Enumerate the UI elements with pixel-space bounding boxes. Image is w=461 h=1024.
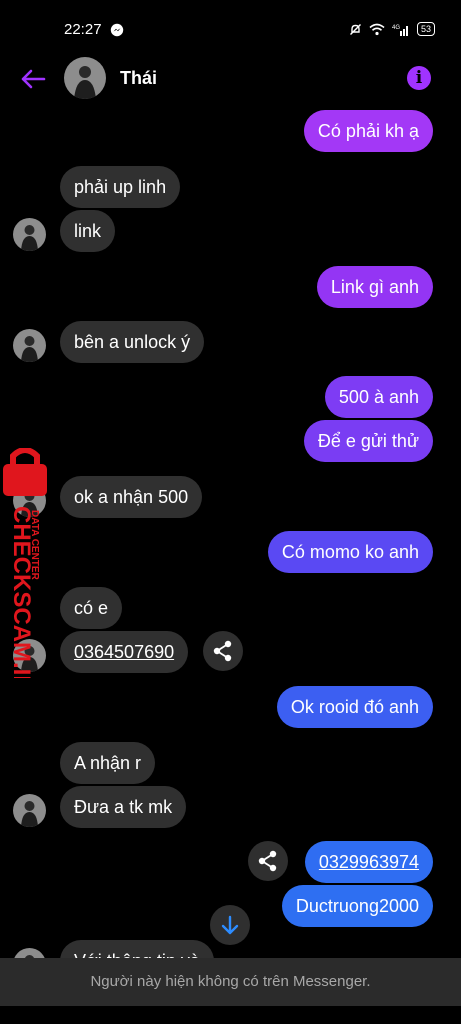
- status-bar: 22:27 4G 53: [0, 0, 461, 60]
- message-bubble-outgoing[interactable]: 500 à anh: [324, 376, 433, 418]
- message-bubble-incoming[interactable]: phải up linh: [60, 166, 181, 208]
- share-button[interactable]: [203, 631, 243, 671]
- info-icon[interactable]: i: [407, 66, 431, 90]
- message-bubble-incoming[interactable]: ok a nhận 500: [60, 476, 203, 518]
- share-icon: [213, 640, 232, 662]
- message-bubble-outgoing[interactable]: Có phải kh ạ: [303, 110, 433, 152]
- 4g-signal-icon: 4G: [392, 25, 408, 36]
- svg-text:DATA CENTER: DATA CENTER: [29, 510, 40, 581]
- contact-name[interactable]: Thái: [120, 68, 157, 89]
- share-button[interactable]: [248, 841, 288, 881]
- share-icon: [258, 850, 277, 872]
- message-bubble-incoming[interactable]: link: [60, 210, 116, 252]
- battery-icon: 53: [416, 22, 435, 36]
- unavailable-notice: Người này hiện không có trên Messenger.: [0, 958, 461, 1006]
- sender-avatar: [13, 218, 46, 251]
- message-bubble-incoming[interactable]: Đưa a tk mk: [60, 786, 187, 828]
- chat-header: Thái i: [0, 56, 461, 102]
- back-arrow-icon[interactable]: [18, 64, 48, 94]
- message-bubble-incoming[interactable]: A nhận r: [60, 742, 156, 784]
- mute-icon: [349, 23, 361, 35]
- sender-avatar: [13, 794, 46, 827]
- message-bubble-outgoing[interactable]: Ok rooid đó anh: [276, 686, 433, 728]
- svg-text:4G: 4G: [392, 25, 400, 31]
- arrow-down-icon: [221, 915, 239, 935]
- messenger-icon: [110, 23, 124, 37]
- sender-avatar: [13, 329, 46, 362]
- contact-avatar[interactable]: [64, 57, 106, 99]
- watermark-logo: CHECKSCAM.INFO DATA CENTER: [3, 448, 47, 678]
- message-bubble-outgoing[interactable]: Có momo ko anh: [267, 531, 433, 573]
- message-bubble-outgoing[interactable]: Ductruong2000: [281, 885, 433, 927]
- status-icons: 4G 53: [349, 22, 435, 36]
- message-bubble-outgoing[interactable]: Link gì anh: [316, 266, 433, 308]
- phone-link-bubble[interactable]: 0364507690: [60, 631, 189, 673]
- status-time: 22:27: [64, 21, 102, 38]
- message-bubble-incoming[interactable]: có e: [60, 587, 123, 629]
- message-bubble-outgoing[interactable]: Để e gửi thử: [303, 420, 433, 462]
- message-bubble-incoming[interactable]: bên a unlock ý: [60, 321, 205, 363]
- phone-link-bubble[interactable]: 0329963974: [304, 841, 433, 883]
- scroll-down-button[interactable]: [210, 905, 250, 945]
- wifi-icon: [369, 23, 385, 35]
